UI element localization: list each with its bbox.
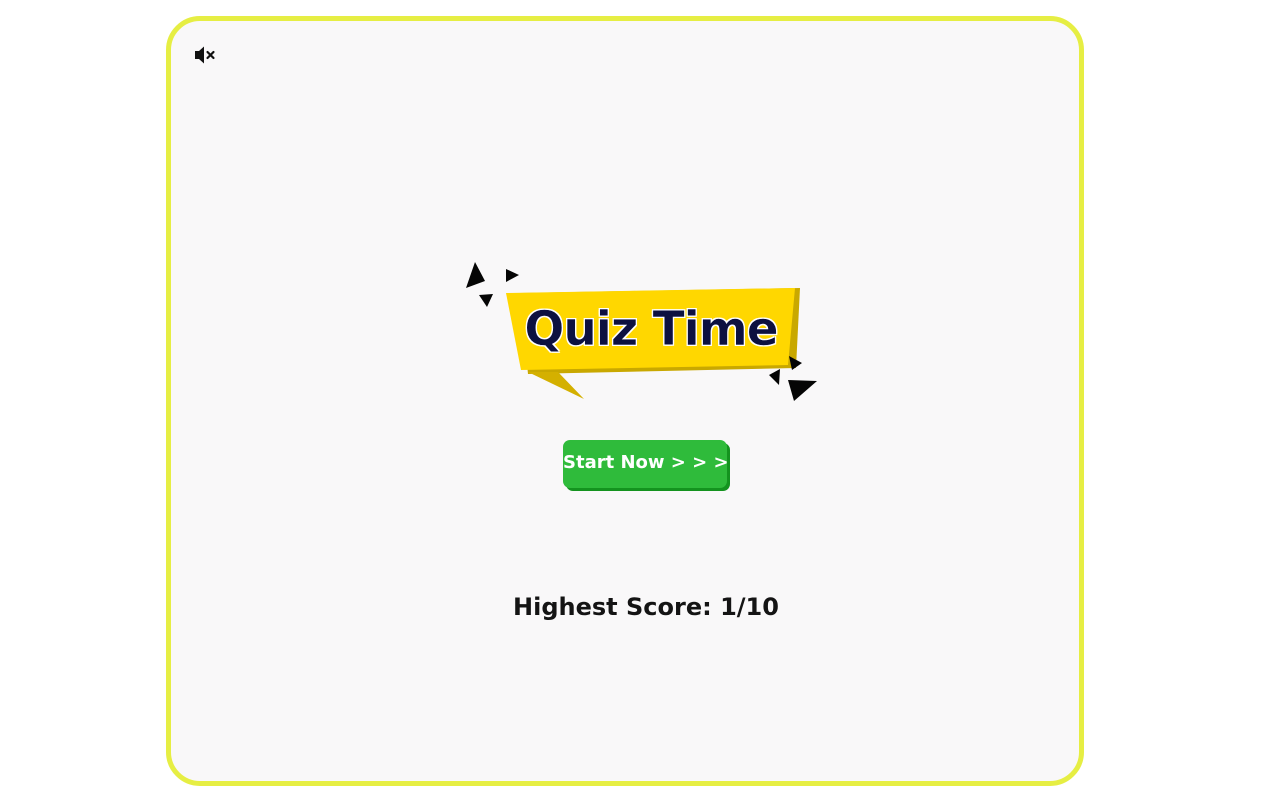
game-title: Quiz Time <box>524 302 779 358</box>
sparkle-icon <box>466 262 485 288</box>
title-banner: Quiz Time <box>466 260 826 410</box>
game-frame: Quiz Time Start Now > > > Highest Score:… <box>166 16 1084 786</box>
start-now-button[interactable]: Start Now > > > <box>563 440 729 488</box>
mute-icon[interactable] <box>193 45 217 65</box>
highest-score: Highest Score: 1/10 <box>441 587 851 627</box>
highest-score-value: 1/10 <box>720 593 779 621</box>
highest-score-label: Highest Score: <box>513 593 712 621</box>
